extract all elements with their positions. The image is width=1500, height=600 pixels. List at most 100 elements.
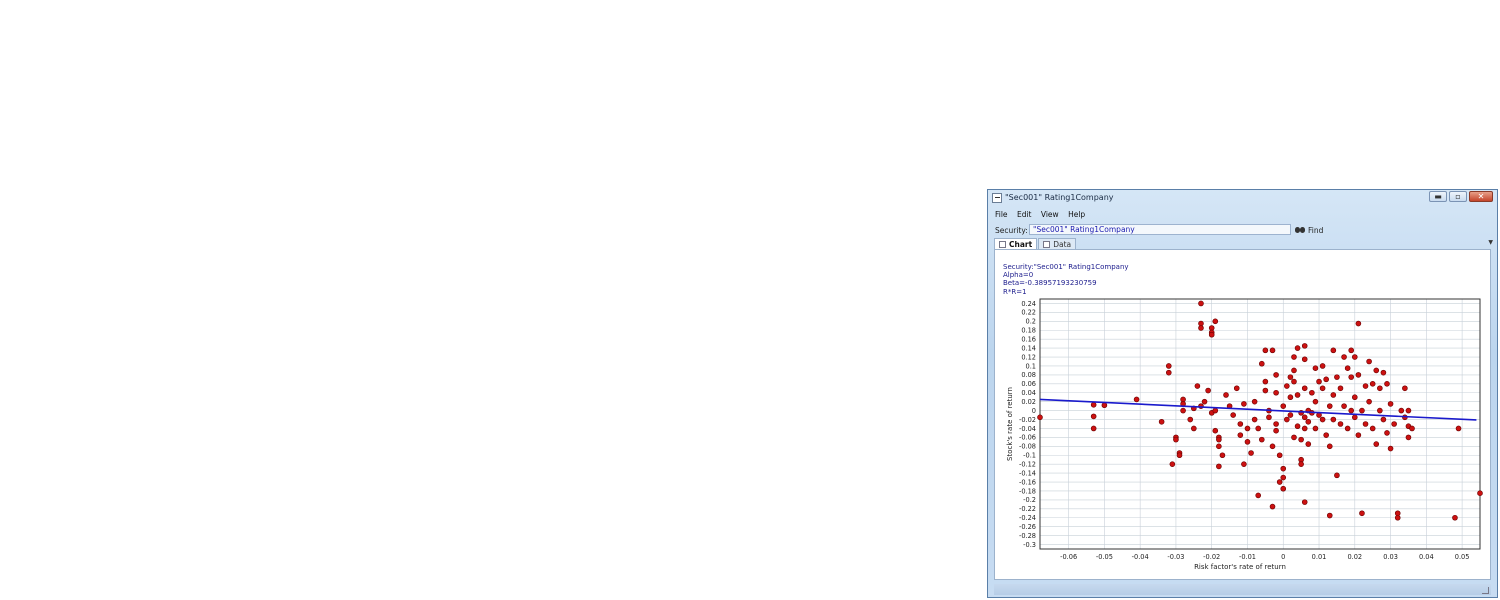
- data-point: [1269, 503, 1276, 510]
- data-point: [1387, 401, 1394, 407]
- x-tick-label: 0.02: [1347, 553, 1362, 561]
- x-tick-label: 0.04: [1419, 553, 1434, 561]
- data-point: [1305, 441, 1312, 447]
- data-point: [1198, 300, 1204, 307]
- plot-area: [1039, 298, 1481, 550]
- y-tick-label: 0.2: [1026, 318, 1037, 326]
- data-point: [1366, 398, 1372, 405]
- data-point: [1291, 354, 1297, 360]
- y-tick-label: 0.02: [1021, 398, 1036, 406]
- data-point: [1090, 425, 1097, 432]
- data-point: [1266, 414, 1272, 421]
- data-point: [1477, 490, 1483, 496]
- data-point: [1037, 414, 1043, 421]
- y-tick-label: 0.18: [1021, 327, 1036, 335]
- data-point: [1219, 452, 1226, 459]
- y-tick-label: -0.24: [1019, 514, 1036, 522]
- y-tick-label: -0.04: [1019, 425, 1036, 433]
- data-point: [1258, 436, 1265, 443]
- data-point: [1355, 372, 1362, 378]
- data-point: [1255, 425, 1262, 432]
- y-tick-label: -0.14: [1019, 469, 1036, 477]
- data-point: [1348, 374, 1355, 380]
- data-point: [1334, 374, 1340, 380]
- data-point: [1359, 407, 1365, 414]
- data-point: [1251, 398, 1258, 405]
- data-point: [1251, 416, 1258, 423]
- data-point: [1337, 421, 1344, 427]
- data-point: [1316, 378, 1322, 385]
- data-point: [1359, 510, 1365, 517]
- data-point: [1284, 416, 1290, 423]
- data-point: [1362, 421, 1369, 427]
- data-point: [1244, 439, 1251, 445]
- data-point: [1262, 387, 1269, 394]
- data-point: [1237, 432, 1244, 438]
- data-point: [1362, 383, 1369, 389]
- data-point: [1330, 392, 1337, 398]
- data-point: [1301, 414, 1308, 421]
- data-point: [1351, 414, 1358, 421]
- data-point: [1173, 436, 1179, 443]
- y-tick-label: 0.22: [1021, 309, 1036, 317]
- y-tick-label: -0.08: [1019, 443, 1036, 451]
- data-point: [1298, 461, 1304, 467]
- data-point: [1201, 398, 1208, 405]
- data-point: [1198, 325, 1204, 331]
- data-point: [1291, 367, 1297, 374]
- data-point: [1312, 425, 1319, 432]
- data-point: [1258, 360, 1265, 367]
- data-point: [1373, 441, 1380, 447]
- x-tick-label: -0.01: [1239, 553, 1256, 561]
- data-point: [1165, 369, 1172, 376]
- data-point: [1394, 514, 1401, 521]
- data-point: [1341, 354, 1347, 360]
- data-point: [1377, 385, 1383, 392]
- data-point: [1348, 347, 1355, 354]
- data-point: [1319, 385, 1326, 392]
- x-tick-label: -0.06: [1060, 553, 1077, 561]
- data-point: [1208, 331, 1215, 338]
- y-tick-label: -0.06: [1019, 434, 1036, 442]
- data-point: [1341, 403, 1347, 409]
- data-point: [1133, 396, 1140, 403]
- y-tick-label: 0.08: [1021, 371, 1036, 379]
- x-axis-label: Risk factor's rate of return: [1194, 563, 1286, 571]
- data-point: [1348, 407, 1355, 414]
- data-point: [1355, 432, 1362, 438]
- data-point: [1344, 425, 1351, 432]
- data-point: [1326, 403, 1333, 409]
- data-point: [1216, 436, 1222, 443]
- data-point: [1273, 421, 1279, 427]
- data-point: [1330, 416, 1337, 423]
- data-point: [1380, 416, 1387, 423]
- y-tick-label: -0.3: [1023, 541, 1036, 549]
- data-point: [1169, 461, 1176, 467]
- data-point: [1276, 452, 1283, 459]
- scatter-chart: 0.240.220.20.180.160.140.120.10.080.060.…: [1006, 298, 1483, 571]
- data-point: [1377, 407, 1383, 414]
- data-point: [1319, 363, 1326, 369]
- x-tick-label: 0: [1281, 553, 1285, 561]
- data-point: [1248, 450, 1254, 456]
- data-point: [1323, 432, 1329, 438]
- data-point: [1391, 421, 1397, 427]
- y-tick-label: -0.18: [1019, 487, 1036, 495]
- data-point: [1387, 445, 1394, 452]
- data-point: [1330, 347, 1337, 354]
- data-point: [1337, 385, 1344, 392]
- data-point: [1405, 434, 1412, 441]
- data-point: [1384, 381, 1390, 387]
- data-point: [1405, 407, 1412, 414]
- data-point: [1262, 347, 1269, 354]
- data-point: [1384, 430, 1390, 436]
- y-tick-label: -0.02: [1019, 416, 1036, 424]
- data-point: [1191, 425, 1197, 432]
- data-point: [1369, 425, 1376, 432]
- data-point: [1452, 514, 1458, 521]
- data-point: [1351, 394, 1358, 401]
- data-point: [1187, 416, 1194, 423]
- data-point: [1276, 479, 1283, 485]
- y-tick-label: 0.1: [1026, 362, 1037, 370]
- y-tick-label: -0.22: [1019, 505, 1036, 513]
